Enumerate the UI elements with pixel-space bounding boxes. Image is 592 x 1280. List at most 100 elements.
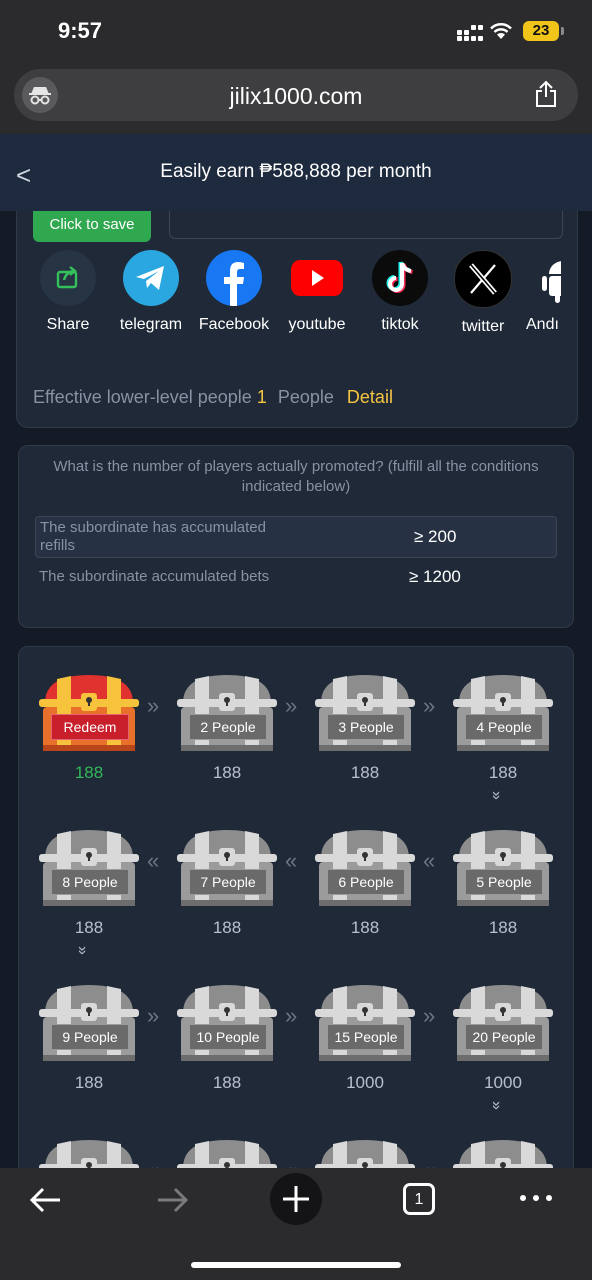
share-button[interactable]: Share [28,250,108,334]
plus-icon [283,1186,309,1212]
chest-label: 10 People [189,1024,267,1050]
more-menu-icon[interactable] [518,1190,554,1206]
tiktok-icon [372,250,428,306]
treasure-chest-icon [39,1140,139,1168]
forward-arrow-icon[interactable] [154,1182,190,1218]
treasure-chest-icon [315,1140,415,1168]
reward-chest[interactable]: 4 People [451,669,555,755]
redeem-chest[interactable]: Redeem [37,669,141,755]
reward-chest[interactable]: 2 People [175,669,279,755]
invite-link-field[interactable] [169,211,563,239]
treasure-chest-icon [177,830,277,906]
telegram-button[interactable]: telegram [111,250,191,334]
people-unit: People [277,387,334,407]
youtube-button[interactable]: youtube [277,250,357,334]
chest-reward-value: 188 [74,918,104,937]
redeem-label[interactable]: Redeem [51,714,129,740]
android-button[interactable]: Andı [523,250,561,334]
next-arrow-icon: » [285,1003,298,1028]
chest-label: 20 People [465,1024,543,1050]
chest-label: 5 People [465,869,543,895]
reward-chest[interactable]: 5 People [451,824,555,910]
twitter-button[interactable]: twitter [443,250,523,336]
reward-chest[interactable]: 15 People [313,979,417,1065]
reward-chest[interactable]: 7 People [175,824,279,910]
condition-label: The subordinate has accumulated refills [40,519,266,554]
effective-people-row: Effective lower-level people 1 People De… [33,387,393,408]
reward-chest[interactable] [313,1134,417,1168]
prev-arrow-icon: « [285,1158,297,1168]
page-content[interactable]: Click to save Share telegram Facebook yo… [0,211,592,1168]
home-indicator [191,1262,401,1268]
chest-reward-value: 188 [488,918,518,937]
reward-chest[interactable]: 10 People [175,979,279,1065]
treasure-chest-icon [39,985,139,1061]
reward-chest[interactable] [175,1134,279,1168]
next-arrow-icon: » [147,693,160,718]
next-arrow-icon: » [285,693,298,718]
chest-label: 2 People [189,714,267,740]
tiktok-button[interactable]: tiktok [360,250,440,334]
chest-label: 8 People [51,869,129,895]
treasure-chest-icon [177,985,277,1061]
telegram-icon [123,250,179,306]
chest-reward-value: 188 [350,763,380,782]
prev-arrow-icon: « [147,848,160,873]
address-bar[interactable]: jilix1000.com [14,69,578,121]
treasure-chest-icon [315,675,415,751]
signal-icon [457,25,483,41]
wifi-icon [490,23,512,39]
share-card: Click to save Share telegram Facebook yo… [16,211,578,428]
reward-chest[interactable] [37,1134,141,1168]
treasure-chest-icon [315,830,415,906]
treasure-chest-red-icon [39,675,139,751]
reward-chest[interactable]: 20 People [451,979,555,1065]
next-arrow-icon: » [147,1003,160,1028]
condition-label: The subordinate accumulated bets [39,568,270,585]
reward-chest[interactable]: 6 People [313,824,417,910]
prev-arrow-icon: « [423,1158,435,1168]
new-tab-button[interactable] [270,1173,322,1225]
reward-chests-card: Redeem 188 2 People 188 3 People 188 4 People 1… [18,646,574,1168]
share-label: Share [46,316,90,333]
share-icon[interactable] [534,80,558,108]
treasure-chest-icon [453,985,553,1061]
detail-link[interactable]: Detail [347,387,393,407]
chest-label: 6 People [327,869,405,895]
page-header: < Easily earn ₱588,888 per month [0,134,592,211]
chest-label: 4 People [465,714,543,740]
chest-reward-value: 188 [74,1073,104,1092]
back-arrow-icon[interactable] [28,1182,64,1218]
reward-chest[interactable]: 3 People [313,669,417,755]
android-label: Andı [526,316,559,333]
tiktok-label: tiktok [381,316,419,333]
chest-reward-value: 188 [212,918,242,937]
chest-label: 9 People [51,1024,129,1050]
chest-reward-value: 1000 [484,1073,522,1092]
click-to-save-button[interactable]: Click to save [33,211,151,242]
url-text[interactable]: jilix1000.com [14,83,578,110]
facebook-button[interactable]: Facebook [194,250,274,334]
down-arrow-icon: » [73,946,91,952]
treasure-chest-icon [177,1140,277,1168]
condition-row-bets: The subordinate accumulated bets ≥ 1200 [35,564,555,592]
chest-reward-value: 188 [350,918,380,937]
telegram-label: telegram [119,316,183,333]
x-icon [454,250,512,308]
down-arrow-icon: » [487,791,505,797]
reward-chest[interactable] [451,1134,555,1168]
condition-value: ≥ 200 [414,527,457,546]
treasure-chest-icon [39,830,139,906]
chest-label: 3 People [327,714,405,740]
prev-arrow-icon: « [285,848,298,873]
chest-reward-value: 188 [212,763,242,782]
treasure-chest-icon [177,675,277,751]
reward-chest[interactable]: 9 People [37,979,141,1065]
treasure-chest-icon [453,830,553,906]
chest-label: 7 People [189,869,267,895]
conditions-card: What is the number of players actually p… [18,445,574,628]
tab-count-button[interactable]: 1 [403,1183,435,1215]
reward-chest[interactable]: 8 People [37,824,141,910]
twitter-label: twitter [461,318,505,335]
treasure-chest-icon [453,675,553,751]
